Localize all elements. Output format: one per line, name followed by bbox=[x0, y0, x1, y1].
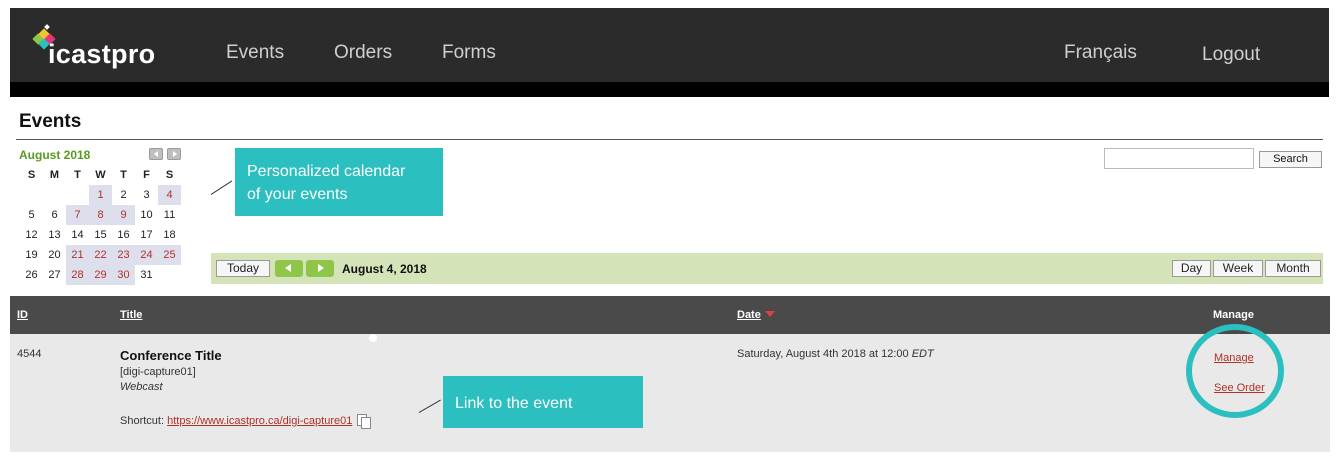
column-header-id[interactable]: ID bbox=[17, 309, 28, 321]
highlight-circle bbox=[1186, 324, 1284, 418]
calendar-day-with-event[interactable]: 30 bbox=[112, 265, 135, 285]
calendar-day: 17 bbox=[140, 229, 153, 241]
calendar-day-with-event[interactable]: 7 bbox=[66, 205, 89, 225]
calendar-weekday: T bbox=[120, 169, 127, 181]
calendar-day: 13 bbox=[48, 229, 61, 241]
event-date-text: Saturday, August 4th 2018 at 12:00 bbox=[737, 348, 909, 360]
calendar-day-with-event[interactable]: 22 bbox=[89, 245, 112, 265]
language-switch[interactable]: Français bbox=[1064, 42, 1137, 64]
view-month-button[interactable]: Month bbox=[1265, 260, 1321, 277]
calendar-day: 14 bbox=[71, 229, 84, 241]
link-callout: Link to the event bbox=[443, 376, 643, 428]
calendar-day: 19 bbox=[25, 249, 38, 261]
calendar-next-month-button[interactable] bbox=[167, 148, 181, 160]
calendar-prev-month-button[interactable] bbox=[149, 148, 163, 160]
calendar-day: 11 bbox=[163, 209, 176, 221]
calendar-day-with-event[interactable]: 4 bbox=[158, 185, 181, 205]
calendar-day-with-event[interactable]: 1 bbox=[89, 185, 112, 205]
calendar-weekday: S bbox=[27, 169, 36, 181]
calendar-callout-line1: Personalized calendar bbox=[247, 163, 406, 180]
calendar-month-label: August 2018 bbox=[19, 148, 91, 162]
column-header-title[interactable]: Title bbox=[120, 309, 142, 321]
calendar-day-with-event[interactable]: 8 bbox=[89, 205, 112, 225]
column-header-date-wrap[interactable]: Date bbox=[737, 309, 775, 321]
calendar-weekday: F bbox=[143, 169, 150, 181]
shortcut-link[interactable]: https://www.icastpro.ca/digi-capture01 bbox=[167, 415, 352, 427]
mini-calendar: SMTWTFS 1 2 3 4 5 6 7 8 9 10 11 12 13 14 15 16 17 18 19 20 2… bbox=[20, 165, 181, 285]
logout-link[interactable]: Logout bbox=[1202, 44, 1260, 66]
event-id: 4544 bbox=[17, 348, 42, 360]
calendar-day-with-event[interactable]: 25 bbox=[158, 245, 181, 265]
calendar-weekday: S bbox=[165, 169, 174, 181]
calendar-weekday: M bbox=[49, 169, 60, 181]
events-table-header bbox=[10, 296, 1330, 334]
sort-descending-icon bbox=[764, 311, 775, 317]
view-week-button[interactable]: Week bbox=[1213, 260, 1263, 277]
page-title: Events bbox=[19, 111, 82, 132]
calendar-callout-leader bbox=[210, 180, 233, 195]
icastpro-logo[interactable]: icastpro bbox=[32, 24, 162, 70]
search-input[interactable] bbox=[1104, 148, 1254, 169]
nav-orders[interactable]: Orders bbox=[334, 42, 392, 64]
calendar-day: 3 bbox=[143, 189, 150, 201]
calendar-empty-cell bbox=[20, 185, 43, 205]
calendar-empty-cell bbox=[158, 265, 181, 285]
calendar-callout-line2: of your events bbox=[247, 186, 348, 203]
event-type: Webcast bbox=[120, 381, 163, 393]
calendar-day-with-event[interactable]: 23 bbox=[112, 245, 135, 265]
event-date: Saturday, August 4th 2018 at 12:00 EDT bbox=[737, 348, 934, 360]
calendar-day: 31 bbox=[140, 269, 153, 281]
calendar-day-with-event[interactable]: 28 bbox=[66, 265, 89, 285]
calendar-day: 16 bbox=[117, 229, 130, 241]
calendar-day: 10 bbox=[140, 209, 153, 221]
calendar-empty-cell bbox=[43, 185, 66, 205]
calendar-day: 6 bbox=[51, 209, 58, 221]
calendar-callout: Personalized calendar of your events bbox=[235, 148, 443, 216]
copy-icon[interactable] bbox=[356, 413, 372, 429]
event-code: [digi-capture01] bbox=[120, 366, 196, 378]
nav-forms[interactable]: Forms bbox=[442, 42, 496, 64]
current-date-label: August 4, 2018 bbox=[342, 262, 427, 276]
calendar-day: 20 bbox=[48, 249, 61, 261]
calendar-day: 18 bbox=[163, 229, 176, 241]
title-divider bbox=[16, 139, 1323, 140]
event-shortcut: Shortcut: https://www.icastpro.ca/digi-c… bbox=[120, 413, 372, 429]
calendar-day: 27 bbox=[48, 269, 61, 281]
logo-text: icastpro bbox=[48, 39, 156, 69]
event-timezone: EDT bbox=[911, 348, 934, 360]
previous-day-button[interactable] bbox=[275, 260, 303, 277]
calendar-day-with-event[interactable]: 24 bbox=[135, 245, 158, 265]
calendar-day: 12 bbox=[25, 229, 38, 241]
calendar-day: 15 bbox=[94, 229, 107, 241]
calendar-day: 26 bbox=[25, 269, 38, 281]
search-button[interactable]: Search bbox=[1259, 151, 1322, 168]
nav-events[interactable]: Events bbox=[226, 42, 284, 64]
column-header-date[interactable]: Date bbox=[737, 309, 761, 321]
calendar-day: 5 bbox=[28, 209, 35, 221]
calendar-day: 2 bbox=[120, 189, 127, 201]
calendar-weekday: T bbox=[74, 169, 81, 181]
view-day-button[interactable]: Day bbox=[1172, 260, 1211, 277]
shortcut-label: Shortcut: bbox=[120, 415, 165, 427]
calendar-day-with-event[interactable]: 21 bbox=[66, 245, 89, 265]
next-day-button[interactable] bbox=[306, 260, 334, 277]
today-button[interactable]: Today bbox=[216, 260, 270, 277]
cursor-dot bbox=[369, 334, 377, 342]
calendar-empty-cell bbox=[66, 185, 89, 205]
column-header-manage: Manage bbox=[1213, 309, 1254, 321]
calendar-day-with-event[interactable]: 29 bbox=[89, 265, 112, 285]
calendar-day-with-event[interactable]: 9 bbox=[112, 205, 135, 225]
nav-bottom-strip bbox=[10, 82, 1329, 97]
calendar-weekday: W bbox=[95, 169, 106, 181]
event-title: Conference Title bbox=[120, 348, 222, 363]
